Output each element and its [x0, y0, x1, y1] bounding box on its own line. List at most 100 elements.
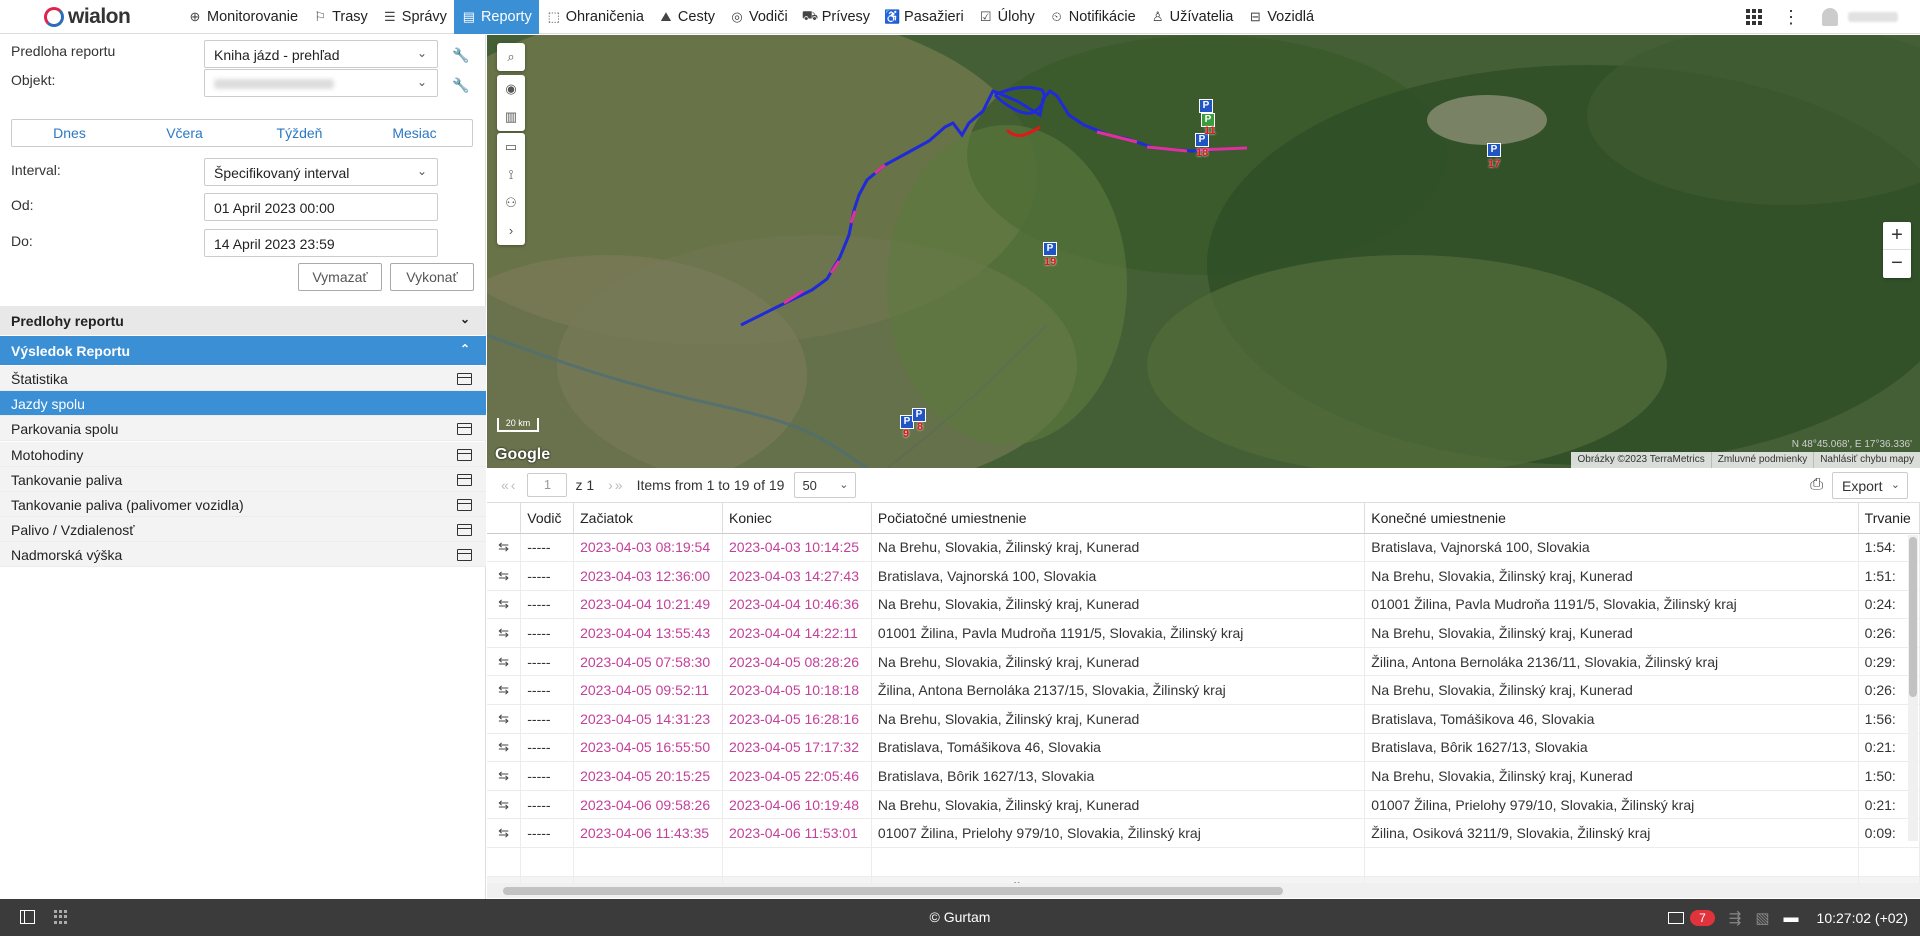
table-cell[interactable]: 2023-04-06 10:19:48 [722, 790, 872, 820]
report-templates-accordion[interactable]: Predlohy reportu ⌄ [0, 306, 486, 335]
table-cell[interactable]: 2023-04-06 11:43:35 [573, 818, 723, 849]
object-select[interactable]: ⌄ [204, 69, 438, 97]
table-cell[interactable]: 2023-04-04 10:21:49 [573, 590, 723, 620]
column-header[interactable]: Trvanie [1858, 503, 1920, 534]
quick-tab-3[interactable]: Mesiac [357, 120, 472, 146]
table-cell[interactable]: 2023-04-05 08:28:26 [722, 647, 872, 677]
table-cell[interactable]: 2023-04-04 14:22:11 [722, 618, 872, 648]
table-view-icon[interactable] [457, 473, 472, 486]
show-track-icon[interactable]: ⇆ [487, 675, 522, 706]
zoom-out-button[interactable]: − [1883, 250, 1911, 278]
vertical-scrollbar[interactable] [1908, 535, 1918, 841]
table-cell[interactable]: 2023-04-03 08:19:54 [573, 533, 723, 563]
parking-marker[interactable]: P [912, 408, 926, 422]
table-row[interactable]: ⇆ ----- 2023-04-05 07:58:30 2023-04-05 08:2… [487, 647, 1920, 677]
zoom-in-button[interactable]: + [1883, 222, 1911, 250]
column-header[interactable]: Začiatok [573, 503, 723, 534]
result-item[interactable]: Tankovanie paliva (palivomer vozidla) [0, 492, 486, 517]
show-track-icon[interactable]: ⇆ [487, 704, 522, 734]
route-icon[interactable]: ⟟ [497, 161, 525, 189]
show-track-icon[interactable]: ⇆ [487, 733, 522, 763]
geofence-tool-icon[interactable]: ⚇ [497, 189, 525, 217]
table-row[interactable]: ⇆ ----- 2023-04-05 20:15:25 2023-04-05 22:0… [487, 761, 1920, 791]
show-track-icon[interactable]: ⇆ [487, 561, 522, 591]
nav-geofence[interactable]: ⬚ Ohraničenia [539, 0, 651, 34]
nav-passenger[interactable]: ♿ Pasažieri [877, 0, 971, 34]
result-item[interactable]: Nadmorská výška [0, 542, 486, 568]
table-view-icon[interactable] [457, 373, 472, 385]
id-card-icon[interactable]: ▬ [1784, 909, 1799, 926]
table-cell[interactable]: 2023-04-03 12:36:00 [573, 561, 723, 591]
first-prev-page-icons[interactable]: «‹ [501, 477, 517, 493]
table-cell[interactable]: 2023-04-05 16:28:16 [722, 704, 872, 734]
table-row[interactable]: ⇆ ----- 2023-04-04 10:21:49 2023-04-04 10:4… [487, 590, 1920, 620]
execute-button[interactable]: Vykonať [390, 263, 474, 291]
table-cell[interactable]: 2023-04-05 17:17:32 [722, 733, 872, 763]
wialon-logo[interactable]: wialon [0, 0, 180, 34]
nav-driver[interactable]: ◎ Vodiči [722, 0, 795, 34]
map-search-icon[interactable]: ⌕ [497, 43, 525, 71]
template-settings-wrench-icon[interactable]: 🔧 [452, 47, 469, 64]
map-view[interactable]: ⌕ ◉ ▥ ▭ ⟟ ⚇ › + − P 9 P 8 P 19 P 18 P P … [487, 35, 1920, 468]
username-blurred[interactable] [1848, 12, 1898, 22]
table-cell[interactable]: 2023-04-06 11:53:01 [722, 818, 872, 849]
eye-icon[interactable]: ◉ [497, 75, 525, 103]
result-item[interactable]: Jazdy spolu [0, 391, 486, 417]
table-cell[interactable]: 2023-04-05 20:15:25 [573, 761, 723, 791]
print-icon[interactable]: ⎙ [1810, 476, 1823, 494]
table-row[interactable]: ⇆ ----- 2023-04-03 08:19:54 2023-04-03 10:1… [487, 533, 1920, 563]
nav-flag[interactable]: ⚐ Trasy [305, 0, 375, 34]
show-track-icon[interactable]: ⇆ [487, 590, 522, 620]
table-cell[interactable]: 2023-04-05 14:31:23 [573, 704, 723, 734]
per-page-select[interactable]: 50 ⌄ [794, 472, 857, 498]
table-row[interactable]: ⇆ ----- 2023-04-06 11:43:35 2023-04-06 11:5… [487, 818, 1920, 849]
result-item[interactable]: Motohodiny [0, 441, 486, 467]
column-header[interactable]: Vodič [520, 503, 575, 534]
table-cell[interactable]: 2023-04-03 14:27:43 [722, 561, 872, 591]
show-track-icon[interactable]: ⇆ [487, 618, 522, 648]
nav-notifications[interactable]: ⏲ Notifikácie [1042, 0, 1143, 34]
table-cell[interactable]: 2023-04-04 13:55:43 [573, 618, 723, 648]
nav-tasks[interactable]: ☑ Úlohy [971, 0, 1042, 34]
more-menu-icon[interactable]: ⋮ [1782, 7, 1800, 28]
result-item[interactable]: Tankovanie paliva [0, 466, 486, 492]
column-header[interactable]: Počiatočné umiestnenie [871, 503, 1366, 534]
nav-messages[interactable]: ☰ Správy [375, 0, 454, 34]
show-track-icon[interactable]: ⇆ [487, 761, 522, 791]
parking-marker[interactable]: P [1199, 99, 1213, 113]
column-header[interactable]: Konečné umiestnenie [1364, 503, 1859, 534]
table-view-icon[interactable] [457, 423, 472, 436]
table-row[interactable]: ⇆ ----- 2023-04-05 09:52:11 2023-04-05 10:1… [487, 675, 1920, 706]
notification-badge[interactable]: 7 [1690, 909, 1715, 926]
table-cell[interactable]: 2023-04-06 09:58:26 [573, 790, 723, 820]
map-layers-icon[interactable]: ▥ [497, 103, 525, 131]
report-result-accordion[interactable]: Výsledok Reportu ⌃ [0, 336, 486, 365]
show-track-icon[interactable]: ⇆ [487, 790, 522, 820]
table-row[interactable]: ⇆ ----- 2023-04-04 13:55:43 2023-04-04 14:2… [487, 618, 1920, 648]
column-header[interactable]: Koniec [722, 503, 872, 534]
horizontal-scrollbar[interactable] [487, 883, 1920, 898]
image-icon[interactable]: ▧ [1755, 909, 1769, 927]
show-track-icon[interactable]: ⇆ [487, 533, 522, 563]
page-number-input[interactable]: 1 [527, 473, 568, 497]
quick-tab-2[interactable]: Týždeň [242, 120, 357, 146]
table-view-icon[interactable] [457, 549, 472, 562]
table-cell[interactable]: 2023-04-05 16:55:50 [573, 733, 723, 763]
object-settings-wrench-icon[interactable]: 🔧 [452, 77, 469, 94]
show-track-icon[interactable]: ⇆ [487, 818, 522, 849]
nav-globe[interactable]: ⊕ Monitorovanie [180, 0, 305, 34]
table-row[interactable]: ⇆ ----- 2023-04-03 12:36:00 2023-04-03 14:2… [487, 561, 1920, 591]
table-cell[interactable]: 2023-04-04 10:46:36 [722, 590, 872, 620]
parking-marker[interactable]: P [1487, 143, 1501, 157]
apps-grid-icon[interactable] [1746, 9, 1762, 25]
quick-tab-0[interactable]: Dnes [12, 120, 127, 146]
nav-trailer[interactable]: ⛟ Prívesy [795, 0, 877, 34]
quick-tab-1[interactable]: Včera [127, 120, 242, 146]
parking-marker[interactable]: P [1043, 242, 1057, 256]
result-item[interactable]: Palivo / Vzdialenosť [0, 517, 486, 543]
from-date-input[interactable]: 01 April 2023 00:00 [204, 193, 438, 221]
to-date-input[interactable]: 14 April 2023 23:59 [204, 229, 438, 257]
terms-link[interactable]: Zmluvné podmienky [1710, 452, 1813, 468]
user-avatar-icon[interactable] [1822, 8, 1838, 26]
chevron-right-icon[interactable]: › [497, 217, 525, 245]
